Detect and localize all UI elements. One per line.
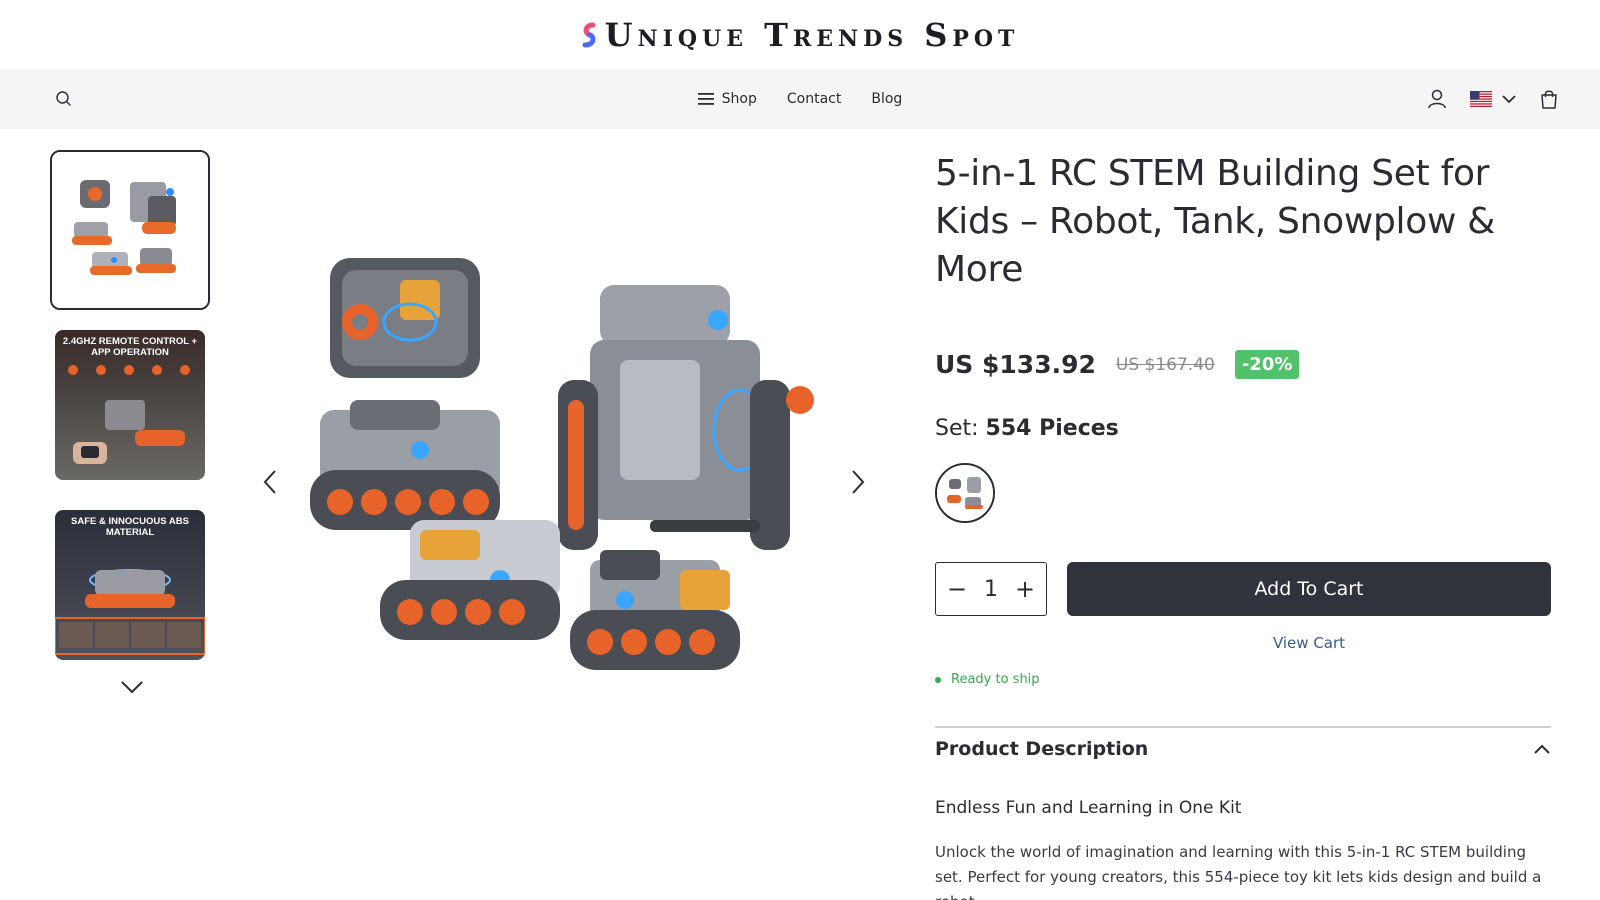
account-icon[interactable] (1426, 88, 1448, 110)
nav-contact-link[interactable]: Contact (787, 91, 841, 107)
product-info: 5-in-1 RC STEM Building Set for Kids – R… (935, 150, 1551, 900)
logo-mark-icon (582, 22, 596, 47)
search-icon[interactable] (54, 89, 74, 109)
stock-status: Ready to ship (935, 672, 1040, 687)
add-to-cart-button[interactable]: Add To Cart (1067, 562, 1551, 616)
product-title: 5-in-1 RC STEM Building Set for Kids – R… (935, 153, 1496, 290)
view-cart-link[interactable]: View Cart (1067, 634, 1551, 652)
country-selector[interactable] (1470, 91, 1516, 107)
thumbnail-robot-set-image (52, 152, 208, 308)
next-image-arrow-icon[interactable] (842, 467, 872, 497)
increase-quantity-button[interactable]: + (1014, 575, 1036, 603)
description-subheading: Endless Fun and Learning in One Kit (935, 798, 1242, 818)
stock-status-dot-icon (935, 676, 941, 683)
sale-price: US $133.92 (935, 350, 1096, 379)
stock-status-text: Ready to ship (951, 672, 1040, 687)
chevron-down-icon (1502, 95, 1516, 104)
thumbnail-scroll-down-icon[interactable] (118, 678, 146, 696)
variant-label: Set: 554 Pieces (935, 416, 1119, 441)
thumbnail-3-caption: Safe & Innocuous ABS Material (71, 516, 189, 538)
main-product-image (300, 230, 900, 820)
us-flag-icon (1470, 91, 1492, 107)
compare-at-price: US $167.40 (1115, 354, 1215, 375)
chevron-up-icon (1534, 744, 1550, 754)
description-body: Unlock the world of imagination and lear… (935, 843, 1542, 900)
thumbnail-2[interactable]: 2.4GHz Remote Control + App Operation (55, 330, 205, 480)
thumbnail-3[interactable]: Safe & Innocuous ABS Material (55, 510, 205, 660)
logo-bar: Unique Trends Spot (0, 0, 1600, 69)
product-description-heading: Product Description (935, 738, 1149, 760)
cart-bag-icon[interactable] (1538, 88, 1560, 110)
thumbnail-1[interactable] (50, 150, 210, 310)
variant-option-name: Set: (935, 416, 979, 441)
discount-badge: -20% (1234, 350, 1300, 379)
quantity-input[interactable] (971, 576, 1011, 602)
nav-blog-link[interactable]: Blog (871, 91, 902, 107)
section-divider (935, 726, 1551, 728)
variant-swatch-554-pieces[interactable] (935, 463, 995, 523)
store-logo[interactable]: Unique Trends Spot (581, 16, 1020, 54)
nav-shop-link[interactable]: Shop (697, 91, 757, 107)
previous-image-arrow-icon[interactable] (256, 467, 286, 497)
decrease-quantity-button[interactable]: − (946, 575, 968, 603)
variant-option-value: 554 Pieces (985, 416, 1119, 441)
store-name: Unique Trends Spot (604, 15, 1020, 54)
main-navigation: Shop Contact Blog (0, 69, 1600, 129)
thumbnail-2-caption: 2.4GHz Remote Control + App Operation (62, 336, 198, 358)
nav-utilities (1426, 69, 1560, 129)
menu-icon (697, 93, 714, 105)
price-row: US $133.92 US $167.40 -20% (935, 350, 1300, 379)
variant-swatch-image (937, 465, 993, 521)
product-description-toggle[interactable]: Product Description (935, 738, 1551, 760)
quantity-stepper: − + (935, 562, 1047, 616)
nav-shop-label: Shop (721, 91, 757, 107)
nav-links: Shop Contact Blog (0, 69, 1600, 129)
